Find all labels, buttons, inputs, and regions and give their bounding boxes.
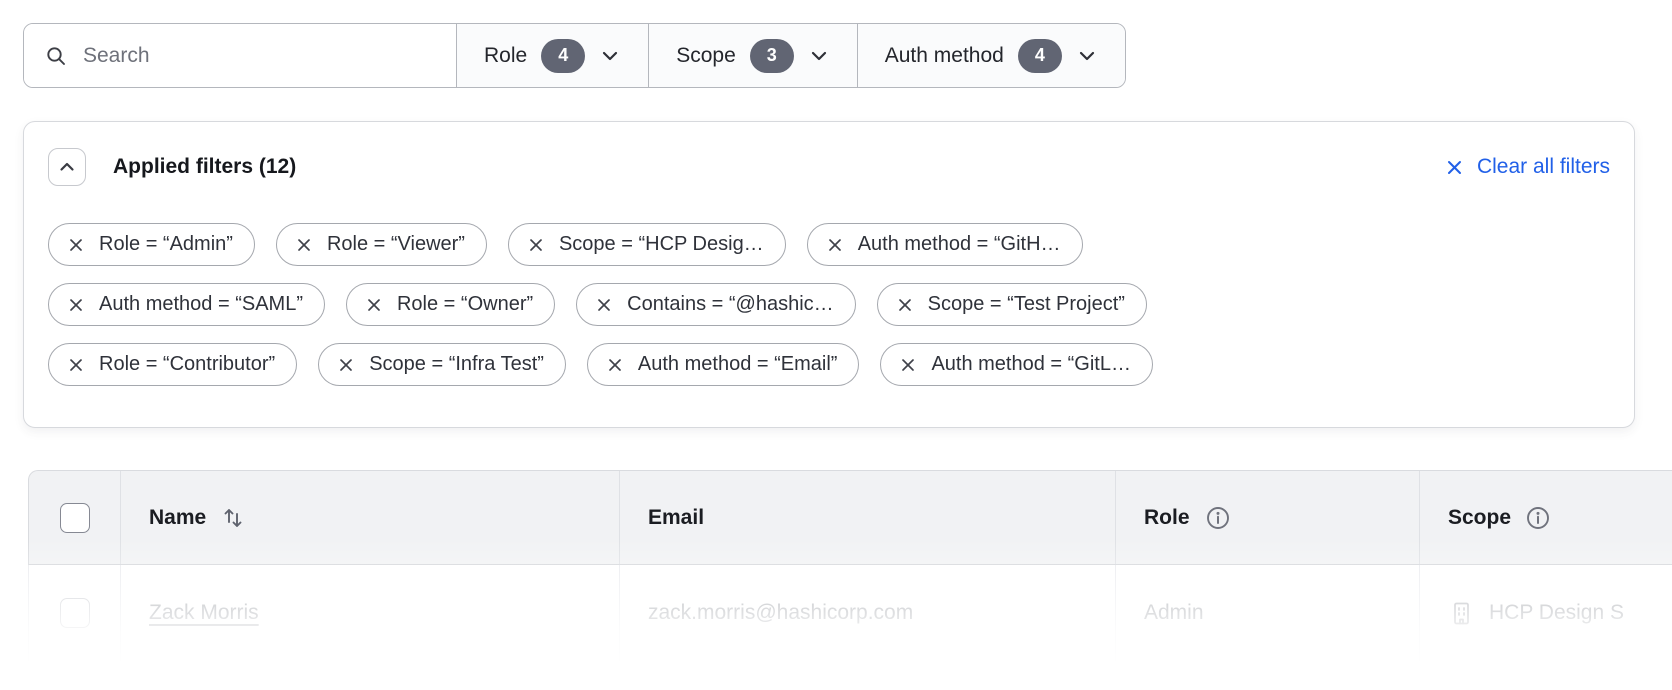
search-icon [44,44,68,68]
filter-pill-row: Role = “Contributor” Scope = “Infra Test… [48,343,1610,386]
info-icon[interactable] [1525,505,1551,531]
scope-filter-dropdown[interactable]: Scope 3 [648,24,857,87]
filter-pill[interactable]: Auth method = “SAML” [48,283,325,326]
sort-icon[interactable] [222,506,244,530]
select-all-checkbox[interactable] [60,503,90,533]
user-email: zack.morris@hashicorp.com [648,601,913,625]
role-filter-label: Role [484,44,527,68]
filter-pill[interactable]: Scope = “Test Project” [877,283,1147,326]
clear-all-filters-button[interactable]: Clear all filters [1445,155,1610,179]
filter-pill-label: Role = “Contributor” [99,353,275,376]
filter-pill-label: Scope = “HCP Desig… [559,233,764,256]
filter-pill-label: Auth method = “Email” [638,353,838,376]
filter-pill-row: Role = “Admin” Role = “Viewer” Scope = “… [48,223,1610,266]
role-column-header: Role [1144,506,1190,530]
chevron-down-icon [1076,45,1098,67]
applied-filters-header: Applied filters (12) Clear all filters [48,148,1610,186]
header-email-cell: Email [619,471,1115,564]
remove-filter-icon[interactable] [607,357,623,373]
scope-filter-count-badge: 3 [750,39,794,73]
filter-pill-label: Auth method = “SAML” [99,293,303,316]
filter-pill-label: Scope = “Infra Test” [369,353,544,376]
filter-pill[interactable]: Auth method = “GitL… [880,343,1153,386]
collapse-filters-button[interactable] [48,148,86,186]
user-name-link[interactable]: Zack Morris [149,601,259,625]
row-role-cell: Admin [1115,565,1419,661]
filter-pill-row: Auth method = “SAML” Role = “Owner” Cont… [48,283,1610,326]
filter-pill-label: Auth method = “GitL… [931,353,1131,376]
filter-pill[interactable]: Auth method = “GitH… [807,223,1083,266]
remove-filter-icon[interactable] [296,237,312,253]
row-checkbox-cell [29,565,120,661]
header-checkbox-cell [29,471,120,564]
filter-pill-label: Role = “Admin” [99,233,233,256]
remove-filter-icon[interactable] [596,297,612,313]
clear-all-filters-label: Clear all filters [1477,155,1610,179]
filter-pill[interactable]: Auth method = “Email” [587,343,860,386]
search-box[interactable] [24,24,456,87]
header-role-cell: Role [1115,471,1419,564]
filter-pill-label: Auth method = “GitH… [858,233,1061,256]
applied-filters-title: Applied filters (12) [113,155,296,179]
remove-filter-icon[interactable] [900,357,916,373]
filter-toolbar: Role 4 Scope 3 Auth method 4 [23,23,1126,88]
remove-filter-icon[interactable] [827,237,843,253]
filter-pill[interactable]: Contains = “@hashic… [576,283,856,326]
close-icon [1445,158,1464,177]
user-scope: HCP Design S [1489,601,1624,625]
row-checkbox[interactable] [60,598,90,628]
search-input[interactable] [83,44,436,68]
role-filter-dropdown[interactable]: Role 4 [456,24,648,87]
chevron-down-icon [808,45,830,67]
filter-pill-label: Role = “Viewer” [327,233,465,256]
users-table: Name Email Role Scope [28,470,1672,661]
filter-pill-label: Scope = “Test Project” [928,293,1125,316]
role-filter-count-badge: 4 [541,39,585,73]
email-column-header: Email [648,506,704,530]
remove-filter-icon[interactable] [68,357,84,373]
chevron-down-icon [599,45,621,67]
scope-filter-label: Scope [676,44,736,68]
chevron-up-icon [57,157,77,177]
row-email-cell: zack.morris@hashicorp.com [619,565,1115,661]
header-name-cell[interactable]: Name [120,471,619,564]
remove-filter-icon[interactable] [897,297,913,313]
filter-pill[interactable]: Scope = “HCP Desig… [508,223,786,266]
name-column-header: Name [149,506,206,530]
filter-pill[interactable]: Role = “Viewer” [276,223,487,266]
header-scope-cell: Scope [1419,471,1672,564]
table-header-row: Name Email Role Scope [28,470,1672,565]
remove-filter-icon[interactable] [338,357,354,373]
auth-method-filter-count-badge: 4 [1018,39,1062,73]
row-name-cell: Zack Morris [120,565,619,661]
filter-pill[interactable]: Role = “Admin” [48,223,255,266]
filter-pill[interactable]: Role = “Contributor” [48,343,297,386]
auth-method-filter-label: Auth method [885,44,1004,68]
filter-pill-label: Role = “Owner” [397,293,533,316]
remove-filter-icon[interactable] [528,237,544,253]
auth-method-filter-dropdown[interactable]: Auth method 4 [857,24,1125,87]
applied-filters-panel: Applied filters (12) Clear all filters R… [23,121,1635,428]
filter-pill-label: Contains = “@hashic… [627,293,834,316]
table-row: Zack Morris zack.morris@hashicorp.com Ad… [28,565,1672,661]
info-icon[interactable] [1205,505,1231,531]
row-scope-cell: HCP Design S [1419,565,1672,661]
filter-pill[interactable]: Scope = “Infra Test” [318,343,566,386]
filter-pill-list: Role = “Admin” Role = “Viewer” Scope = “… [48,223,1610,386]
scope-column-header: Scope [1448,506,1511,530]
remove-filter-icon[interactable] [366,297,382,313]
filter-pill[interactable]: Role = “Owner” [346,283,555,326]
user-role: Admin [1144,601,1204,625]
organization-icon [1448,600,1475,627]
remove-filter-icon[interactable] [68,237,84,253]
remove-filter-icon[interactable] [68,297,84,313]
